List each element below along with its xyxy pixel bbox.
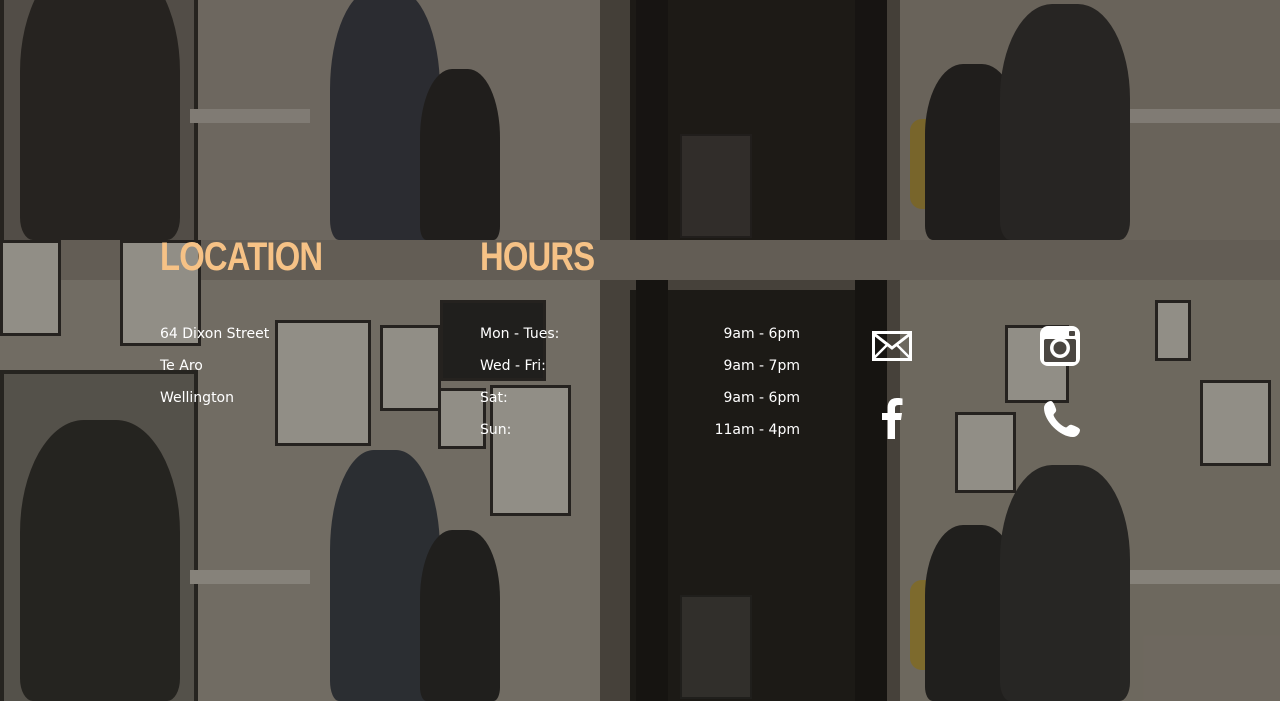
address-list: 64 Dixon Street Te Aro Wellington bbox=[160, 322, 269, 418]
phone-link[interactable] bbox=[1036, 395, 1088, 443]
address-line-suburb: Te Aro bbox=[160, 358, 203, 374]
facebook-icon bbox=[882, 398, 903, 439]
email-icon bbox=[872, 331, 912, 361]
instagram-link[interactable] bbox=[1034, 322, 1086, 370]
hours-day: Wed - Fri: bbox=[480, 358, 546, 374]
instagram-icon bbox=[1040, 326, 1080, 366]
hours-heading: HOURS bbox=[480, 235, 595, 279]
email-link[interactable] bbox=[866, 325, 918, 367]
hours-time: 9am - 6pm bbox=[723, 326, 800, 342]
phone-icon bbox=[1044, 401, 1080, 437]
hours-row: Mon - Tues: 9am - 6pm bbox=[480, 322, 800, 354]
hours-time: 9am - 6pm bbox=[723, 390, 800, 406]
hours-time: 11am - 4pm bbox=[714, 422, 800, 438]
hours-day: Sun: bbox=[480, 422, 512, 438]
background-photo bbox=[0, 240, 1280, 701]
hours-day: Mon - Tues: bbox=[480, 326, 560, 342]
opening-hours-table: Mon - Tues: 9am - 6pm Wed - Fri: 9am - 7… bbox=[480, 322, 800, 450]
background-photo-top bbox=[0, 0, 1280, 240]
hours-row: Wed - Fri: 9am - 7pm bbox=[480, 354, 800, 386]
facebook-link[interactable] bbox=[872, 395, 912, 441]
address-line-street: 64 Dixon Street bbox=[160, 326, 270, 342]
location-heading: LOCATION bbox=[160, 235, 323, 279]
hours-day: Sat: bbox=[480, 390, 508, 406]
hours-time: 9am - 7pm bbox=[723, 358, 800, 374]
hours-row: Sun: 11am - 4pm bbox=[480, 418, 800, 450]
address-line-city: Wellington bbox=[160, 390, 234, 406]
hours-row: Sat: 9am - 6pm bbox=[480, 386, 800, 418]
